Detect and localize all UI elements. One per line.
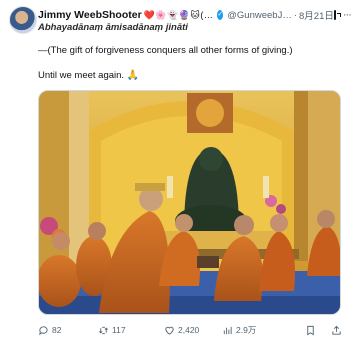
- views-button[interactable]: 2.9万: [222, 324, 292, 336]
- views-chart-icon: [223, 326, 232, 334]
- share-button[interactable]: [331, 325, 345, 336]
- more-icon[interactable]: ···: [343, 9, 351, 21]
- share-icon: [332, 325, 341, 335]
- like-count: 2,420: [178, 325, 200, 335]
- reply-button[interactable]: 82: [38, 325, 98, 336]
- avatar[interactable]: [9, 6, 37, 34]
- author-handle[interactable]: @GunweebJ…: [227, 10, 292, 21]
- views-count: 2.9万: [236, 325, 257, 335]
- tweet-text-farewell: Until we meet again. 🙏: [38, 70, 343, 82]
- reply-count: 82: [52, 325, 62, 335]
- like-button[interactable]: 2,420: [164, 325, 222, 336]
- reply-icon: [39, 325, 48, 335]
- tweet-text-pali: Abhayadānaṃ āmisadānaṃ jināti: [38, 22, 188, 33]
- author-name[interactable]: Jimmy WeebShooter: [38, 9, 142, 21]
- farewell-text: Until we meet again.: [38, 70, 127, 81]
- grok-icon[interactable]: [333, 10, 341, 20]
- temple-ceremony-image: [39, 91, 340, 314]
- bookmark-icon: [307, 325, 314, 335]
- retweet-icon: [99, 326, 108, 334]
- separator-dot: ·: [293, 9, 297, 21]
- tweet-header: Jimmy WeebShooter ❤️🌸👻🔮🐱(… ✓ @GunweebJ… …: [38, 8, 351, 22]
- tweet-photo[interactable]: [38, 90, 341, 315]
- retweet-button[interactable]: 117: [98, 325, 164, 336]
- verified-badge-icon: ✓: [217, 10, 224, 20]
- bookmark-button[interactable]: [305, 325, 319, 336]
- tweet-actions: 82 117 2,420 2.9万: [38, 323, 345, 337]
- author-emojis: ❤️🌸👻🔮🐱(…: [143, 9, 214, 20]
- tweet-date[interactable]: 8月21日: [299, 8, 334, 22]
- heart-icon: [165, 326, 174, 335]
- praying-hands-emoji: 🙏: [126, 70, 140, 81]
- retweet-count: 117: [112, 325, 126, 335]
- tweet-text-translation: —(The gift of forgiveness conquers all o…: [38, 45, 293, 56]
